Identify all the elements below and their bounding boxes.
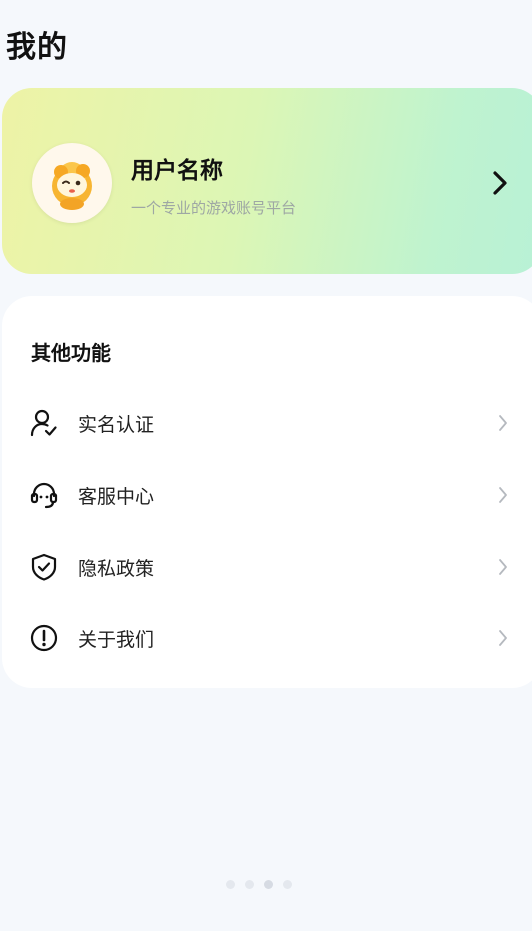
info-circle-icon [28,622,60,654]
mascot-avatar-icon [52,162,92,210]
shield-check-icon [28,551,60,583]
page-dot [226,880,235,889]
page-dot [283,880,292,889]
profile-page: 我的 用户名称 一个专业的游戏账号平台 其他功能 实名认证 客服中心 隐私政策 … [0,0,532,931]
headset-icon [28,479,60,511]
menu-item-customer-service[interactable]: 客服中心 [20,467,520,523]
user-check-icon [28,407,60,439]
section-title: 其他功能 [31,341,111,365]
chevron-right-icon [496,484,510,506]
page-dot [245,880,254,889]
chevron-right-icon [496,627,510,649]
username: 用户名称 [131,158,223,184]
profile-card[interactable] [2,88,532,274]
avatar[interactable] [32,143,112,223]
chevron-right-icon[interactable] [488,168,512,198]
menu-item-label: 客服中心 [78,485,155,508]
page-dot-active [264,880,273,889]
menu-item-about-us[interactable]: 关于我们 [20,610,520,666]
menu-item-label: 隐私政策 [78,557,155,580]
menu-item-privacy-policy[interactable]: 隐私政策 [20,539,520,595]
chevron-right-icon [496,412,510,434]
page-title: 我的 [6,30,68,65]
menu-item-real-name-verification[interactable]: 实名认证 [20,395,520,451]
menu-item-label: 关于我们 [78,628,155,651]
page-indicator [226,880,292,889]
profile-slogan: 一个专业的游戏账号平台 [131,199,297,217]
chevron-right-icon [496,556,510,578]
menu-item-label: 实名认证 [78,413,155,436]
